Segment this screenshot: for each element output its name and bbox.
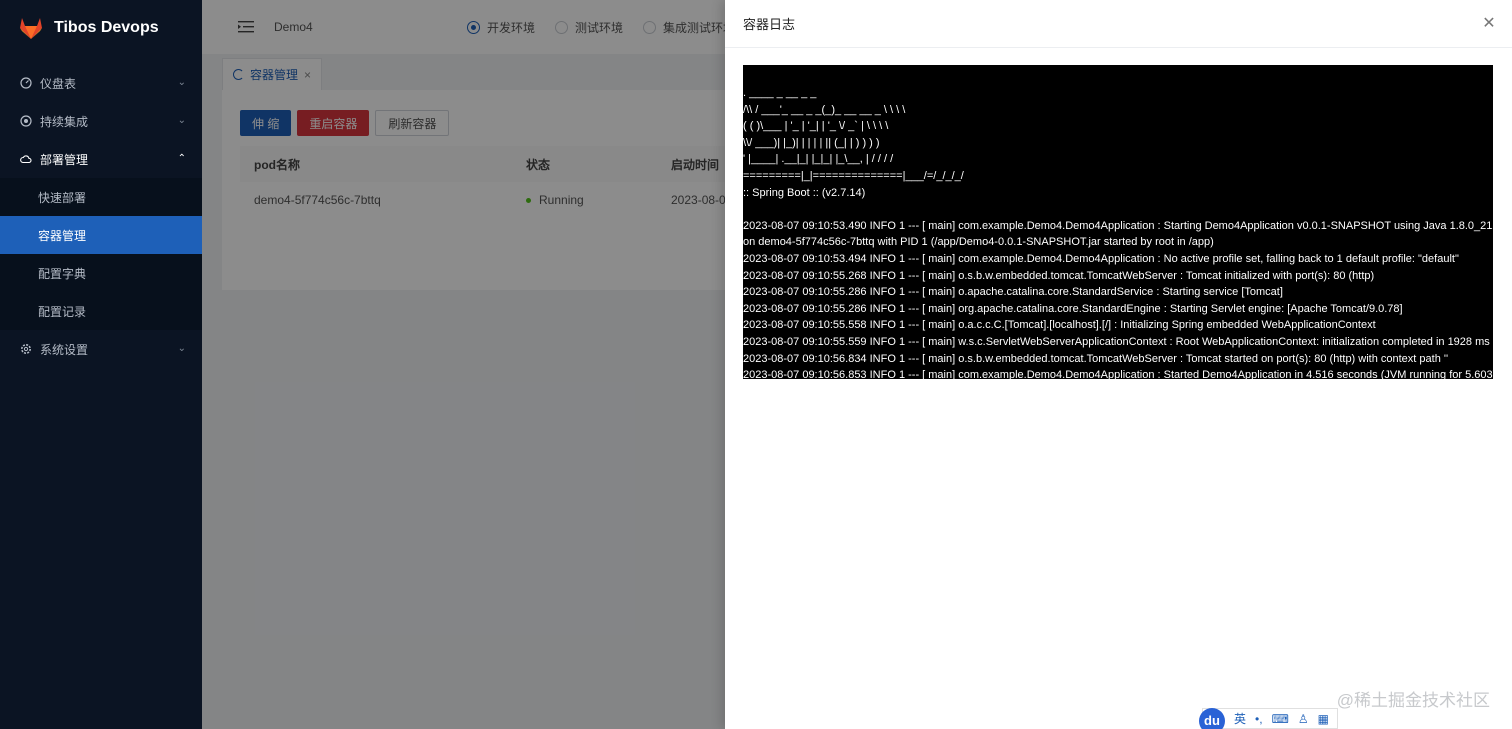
log-line: 2023-08-07 09:10:55.268 INFO 1 --- [ mai… xyxy=(743,269,1375,282)
watermark: @稀土掘金技术社区 xyxy=(1336,691,1490,710)
chevron-down-icon: ⌄ xyxy=(177,343,186,354)
gear-icon xyxy=(20,343,32,355)
sidebar-item-config-record[interactable]: 配置记录 xyxy=(0,292,202,330)
ci-icon xyxy=(20,115,32,127)
sidebar-menu: 仪盘表 ⌄ 持续集成 ⌄ 部署管理 ⌃ 快速部署 容器管理 配置字典 配置记录 … xyxy=(0,64,202,368)
brand[interactable]: Tibos Devops xyxy=(0,0,202,56)
sidebar-item-config-dict[interactable]: 配置字典 xyxy=(0,254,202,292)
log-line: 2023-08-07 09:10:53.490 INFO 1 --- [ mai… xyxy=(743,219,1493,232)
log-line: 2023-08-07 09:10:56.853 INFO 1 --- [ mai… xyxy=(743,369,1493,379)
sidebar-item-label: 配置记录 xyxy=(38,304,87,319)
chevron-down-icon: ⌄ xyxy=(177,77,186,88)
log-line: /\\ / ___'_ __ _ _(_)_ __ __ _ \ \ \ \ xyxy=(743,103,906,116)
log-console[interactable]: . ____ _ __ _ _ /\\ / ___'_ __ _ _(_)_ _… xyxy=(743,65,1493,379)
log-line: 2023-08-07 09:10:55.559 INFO 1 --- [ mai… xyxy=(743,335,1490,348)
sidebar-item-settings[interactable]: 系统设置 ⌄ xyxy=(0,330,202,368)
log-line: 2023-08-07 09:10:55.286 INFO 1 --- [ mai… xyxy=(743,286,1283,299)
sidebar-item-label: 配置字典 xyxy=(38,266,87,281)
log-line: :: Spring Boot :: (v2.7.14) xyxy=(743,186,866,199)
sidebar-item-label: 仪盘表 xyxy=(40,76,77,91)
ime-lang-toggle[interactable]: 英 xyxy=(1234,710,1246,727)
close-icon[interactable]: ✕ xyxy=(1480,14,1498,32)
log-line: 2023-08-07 09:10:55.286 INFO 1 --- [ mai… xyxy=(743,302,1403,315)
sidebar-item-quick-deploy[interactable]: 快速部署 xyxy=(0,178,202,216)
log-line: 2023-08-07 09:10:55.558 INFO 1 --- [ mai… xyxy=(743,319,1376,332)
log-line: on demo4-5f774c56c-7bttq with PID 1 (/ap… xyxy=(743,236,1214,249)
sidebar-item-label: 容器管理 xyxy=(38,228,87,243)
sidebar-item-label: 快速部署 xyxy=(38,190,87,205)
keyboard-icon[interactable]: ⌨ xyxy=(1272,712,1289,726)
dashboard-icon xyxy=(20,77,32,89)
log-line: ' |____| .__|_| |_|_| |_\__, | / / / / xyxy=(743,153,894,166)
sidebar-item-ci[interactable]: 持续集成 ⌄ xyxy=(0,102,202,140)
brand-name: Tibos Devops xyxy=(54,19,159,36)
chevron-up-icon: ⌃ xyxy=(177,153,186,164)
chevron-down-icon: ⌄ xyxy=(177,115,186,126)
cloud-icon xyxy=(20,153,32,165)
drawer-title: 容器日志 xyxy=(743,17,796,32)
sidebar-item-deploy[interactable]: 部署管理 ⌃ xyxy=(0,140,202,178)
grid-icon[interactable]: ▦ xyxy=(1318,712,1329,726)
sidebar-item-container-manage[interactable]: 容器管理 xyxy=(0,216,202,254)
user-icon[interactable]: ♙ xyxy=(1298,712,1309,726)
drawer-header: 容器日志 ✕ xyxy=(725,0,1512,48)
log-line: . ____ _ __ _ _ xyxy=(743,87,817,99)
log-line: 2023-08-07 09:10:53.494 INFO 1 --- [ mai… xyxy=(743,252,1459,265)
sidebar-item-label: 系统设置 xyxy=(40,342,89,357)
sidebar-item-dashboard[interactable]: 仪盘表 ⌄ xyxy=(0,64,202,102)
container-log-drawer: 容器日志 ✕ . ____ _ __ _ _ /\\ / ___'_ __ _ … xyxy=(725,0,1512,729)
ime-toolbar[interactable]: du 英 •, ⌨ ♙ ▦ xyxy=(1199,707,1338,729)
sidebar-item-label: 持续集成 xyxy=(40,114,89,129)
sidebar: Tibos Devops 仪盘表 ⌄ 持续集成 ⌄ 部署管理 ⌃ 快速部署 容器… xyxy=(0,0,202,729)
log-line: =========|_|==============|___/=/_/_/_/ xyxy=(743,169,964,182)
sidebar-item-label: 部署管理 xyxy=(40,152,89,167)
baidu-ime-logo-icon: du xyxy=(1199,707,1225,729)
gitlab-fox-logo-icon xyxy=(20,18,42,39)
log-line: ( ( )\___ | '_ | '_| | '_ \/ _` | \ \ \ … xyxy=(743,120,889,133)
log-line: \\/ ___)| |_)| | | | | || (_| | ) ) ) ) xyxy=(743,136,880,149)
punctuation-icon[interactable]: •, xyxy=(1255,712,1263,726)
log-line: 2023-08-07 09:10:56.834 INFO 1 --- [ mai… xyxy=(743,352,1449,365)
